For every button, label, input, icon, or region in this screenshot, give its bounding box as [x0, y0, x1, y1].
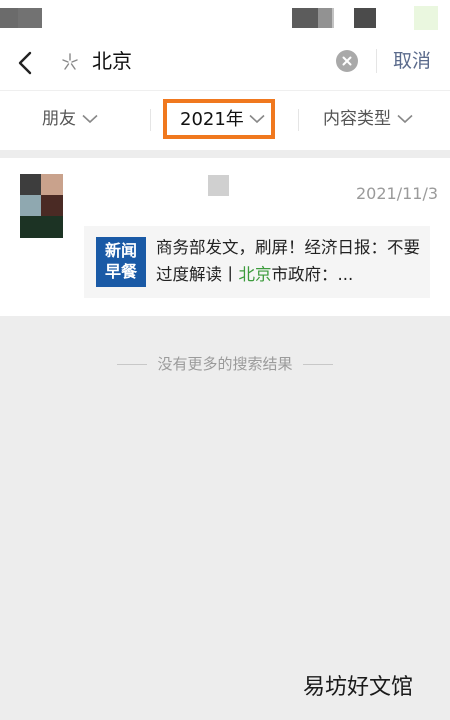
clear-search-icon[interactable]: [336, 50, 358, 72]
search-result-item[interactable]: 2021/11/3 新闻 早餐 商务部发文，刷屏！经济日报：不要过度解读丨北京市…: [0, 158, 450, 316]
filter-year-label: 2021年: [180, 109, 244, 130]
no-more-label: 没有更多的搜索结果: [157, 355, 293, 373]
result-date: 2021/11/3: [356, 184, 439, 203]
back-arrow-icon[interactable]: [14, 50, 38, 76]
star-icon: [62, 53, 78, 70]
watermark: 易坊好文馆: [303, 675, 414, 700]
filter-separator: [150, 109, 151, 131]
logo-line1: 新闻: [104, 241, 137, 260]
chevron-down-icon: [82, 114, 98, 124]
filter-content-type-label: 内容类型: [323, 109, 391, 129]
filter-bar: 朋友 2021年 内容类型: [0, 90, 450, 150]
logo-line2: 早餐: [104, 262, 137, 281]
filter-friends-label: 朋友: [42, 109, 76, 129]
article-title-highlight: 北京: [238, 265, 272, 284]
filter-friends[interactable]: 朋友: [42, 107, 98, 131]
shared-article-card[interactable]: 新闻 早餐 商务部发文，刷屏！经济日报：不要过度解读丨北京市政府：...: [84, 226, 430, 298]
divider-line: [117, 364, 148, 365]
header-divider: [376, 49, 377, 73]
article-title-part2: 市政府：...: [271, 265, 354, 284]
filter-year[interactable]: 2021年: [163, 99, 275, 139]
search-results-page: 北京 取消 朋友 2021年 内容类型 2021/11/3 新闻 早餐 商务部发…: [0, 0, 450, 720]
chevron-down-icon: [397, 114, 413, 124]
avatar[interactable]: [20, 174, 63, 238]
status-bar: [0, 0, 450, 38]
search-header: 北京 取消: [0, 38, 450, 90]
news-breakfast-logo: 新闻 早餐: [96, 237, 146, 287]
chevron-down-icon: [249, 114, 265, 124]
cancel-button[interactable]: 取消: [393, 48, 431, 74]
filter-separator: [298, 109, 299, 131]
no-more-results: 没有更多的搜索结果: [0, 353, 450, 375]
divider-line: [302, 364, 333, 365]
filter-content-type[interactable]: 内容类型: [323, 107, 413, 131]
search-query[interactable]: 北京: [92, 48, 132, 74]
blurred-username: [208, 175, 229, 196]
article-title: 商务部发文，刷屏！经济日报：不要过度解读丨北京市政府：...: [156, 234, 422, 288]
